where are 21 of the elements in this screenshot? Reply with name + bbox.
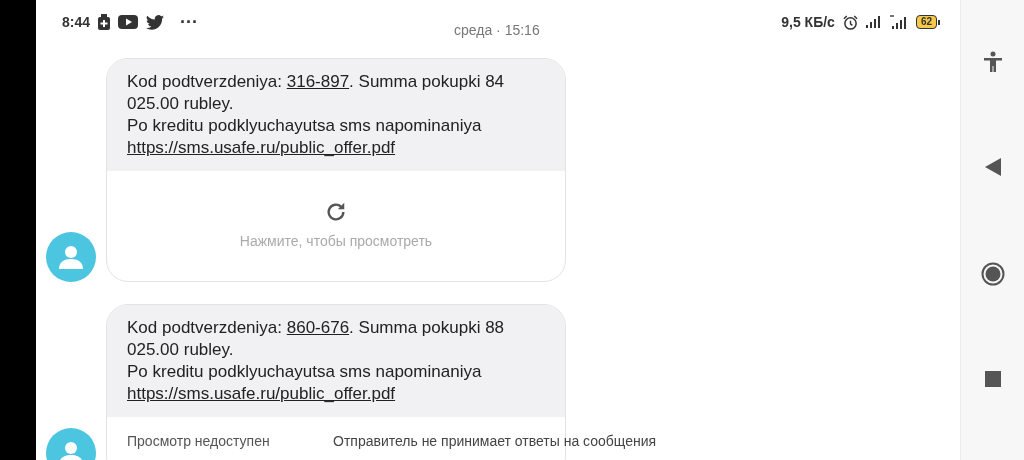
- network-speed: 9,5 КБ/с: [781, 12, 835, 32]
- battery-icon: 62: [915, 15, 940, 29]
- avatar-icon: [46, 232, 96, 282]
- date-header: среда · 15:16: [454, 22, 540, 38]
- signal-icon: [889, 15, 908, 29]
- notification-icon: [98, 14, 111, 30]
- preview-status: Просмотр недоступен: [127, 433, 270, 449]
- message-text: Kod podtverzdeniya: 316-897. Summa pokupki 84 025.00 rubley. Po kreditu podklyuchayutsa sms napominaniya https://sms.usafe.ru/public_offer.pdf: [107, 59, 565, 171]
- alarm-icon: [842, 14, 858, 30]
- code-link[interactable]: 316-897: [286, 72, 350, 91]
- signal-icon: [865, 16, 882, 28]
- more-icon: ···: [180, 8, 198, 36]
- code-link[interactable]: 860-676: [286, 318, 350, 337]
- message-text: Kod podtverzdeniya: 860-676. Summa pokupki 88 025.00 rubley. Po kreditu podklyuchayutsa sms napominaniya https://sms.usafe.ru/public_offer.pdf: [107, 305, 565, 417]
- bird-icon: [146, 14, 165, 30]
- url-link[interactable]: https://sms.usafe.ru/public_offer.pdf: [127, 384, 396, 403]
- clock-time: 8:44: [62, 12, 91, 32]
- video-play-icon: [118, 15, 139, 29]
- reload-icon[interactable]: [325, 200, 347, 223]
- url-link[interactable]: https://sms.usafe.ru/public_offer.pdf: [127, 138, 396, 157]
- footer-note: Отправитель не принимает ответы на сообщения: [333, 432, 657, 451]
